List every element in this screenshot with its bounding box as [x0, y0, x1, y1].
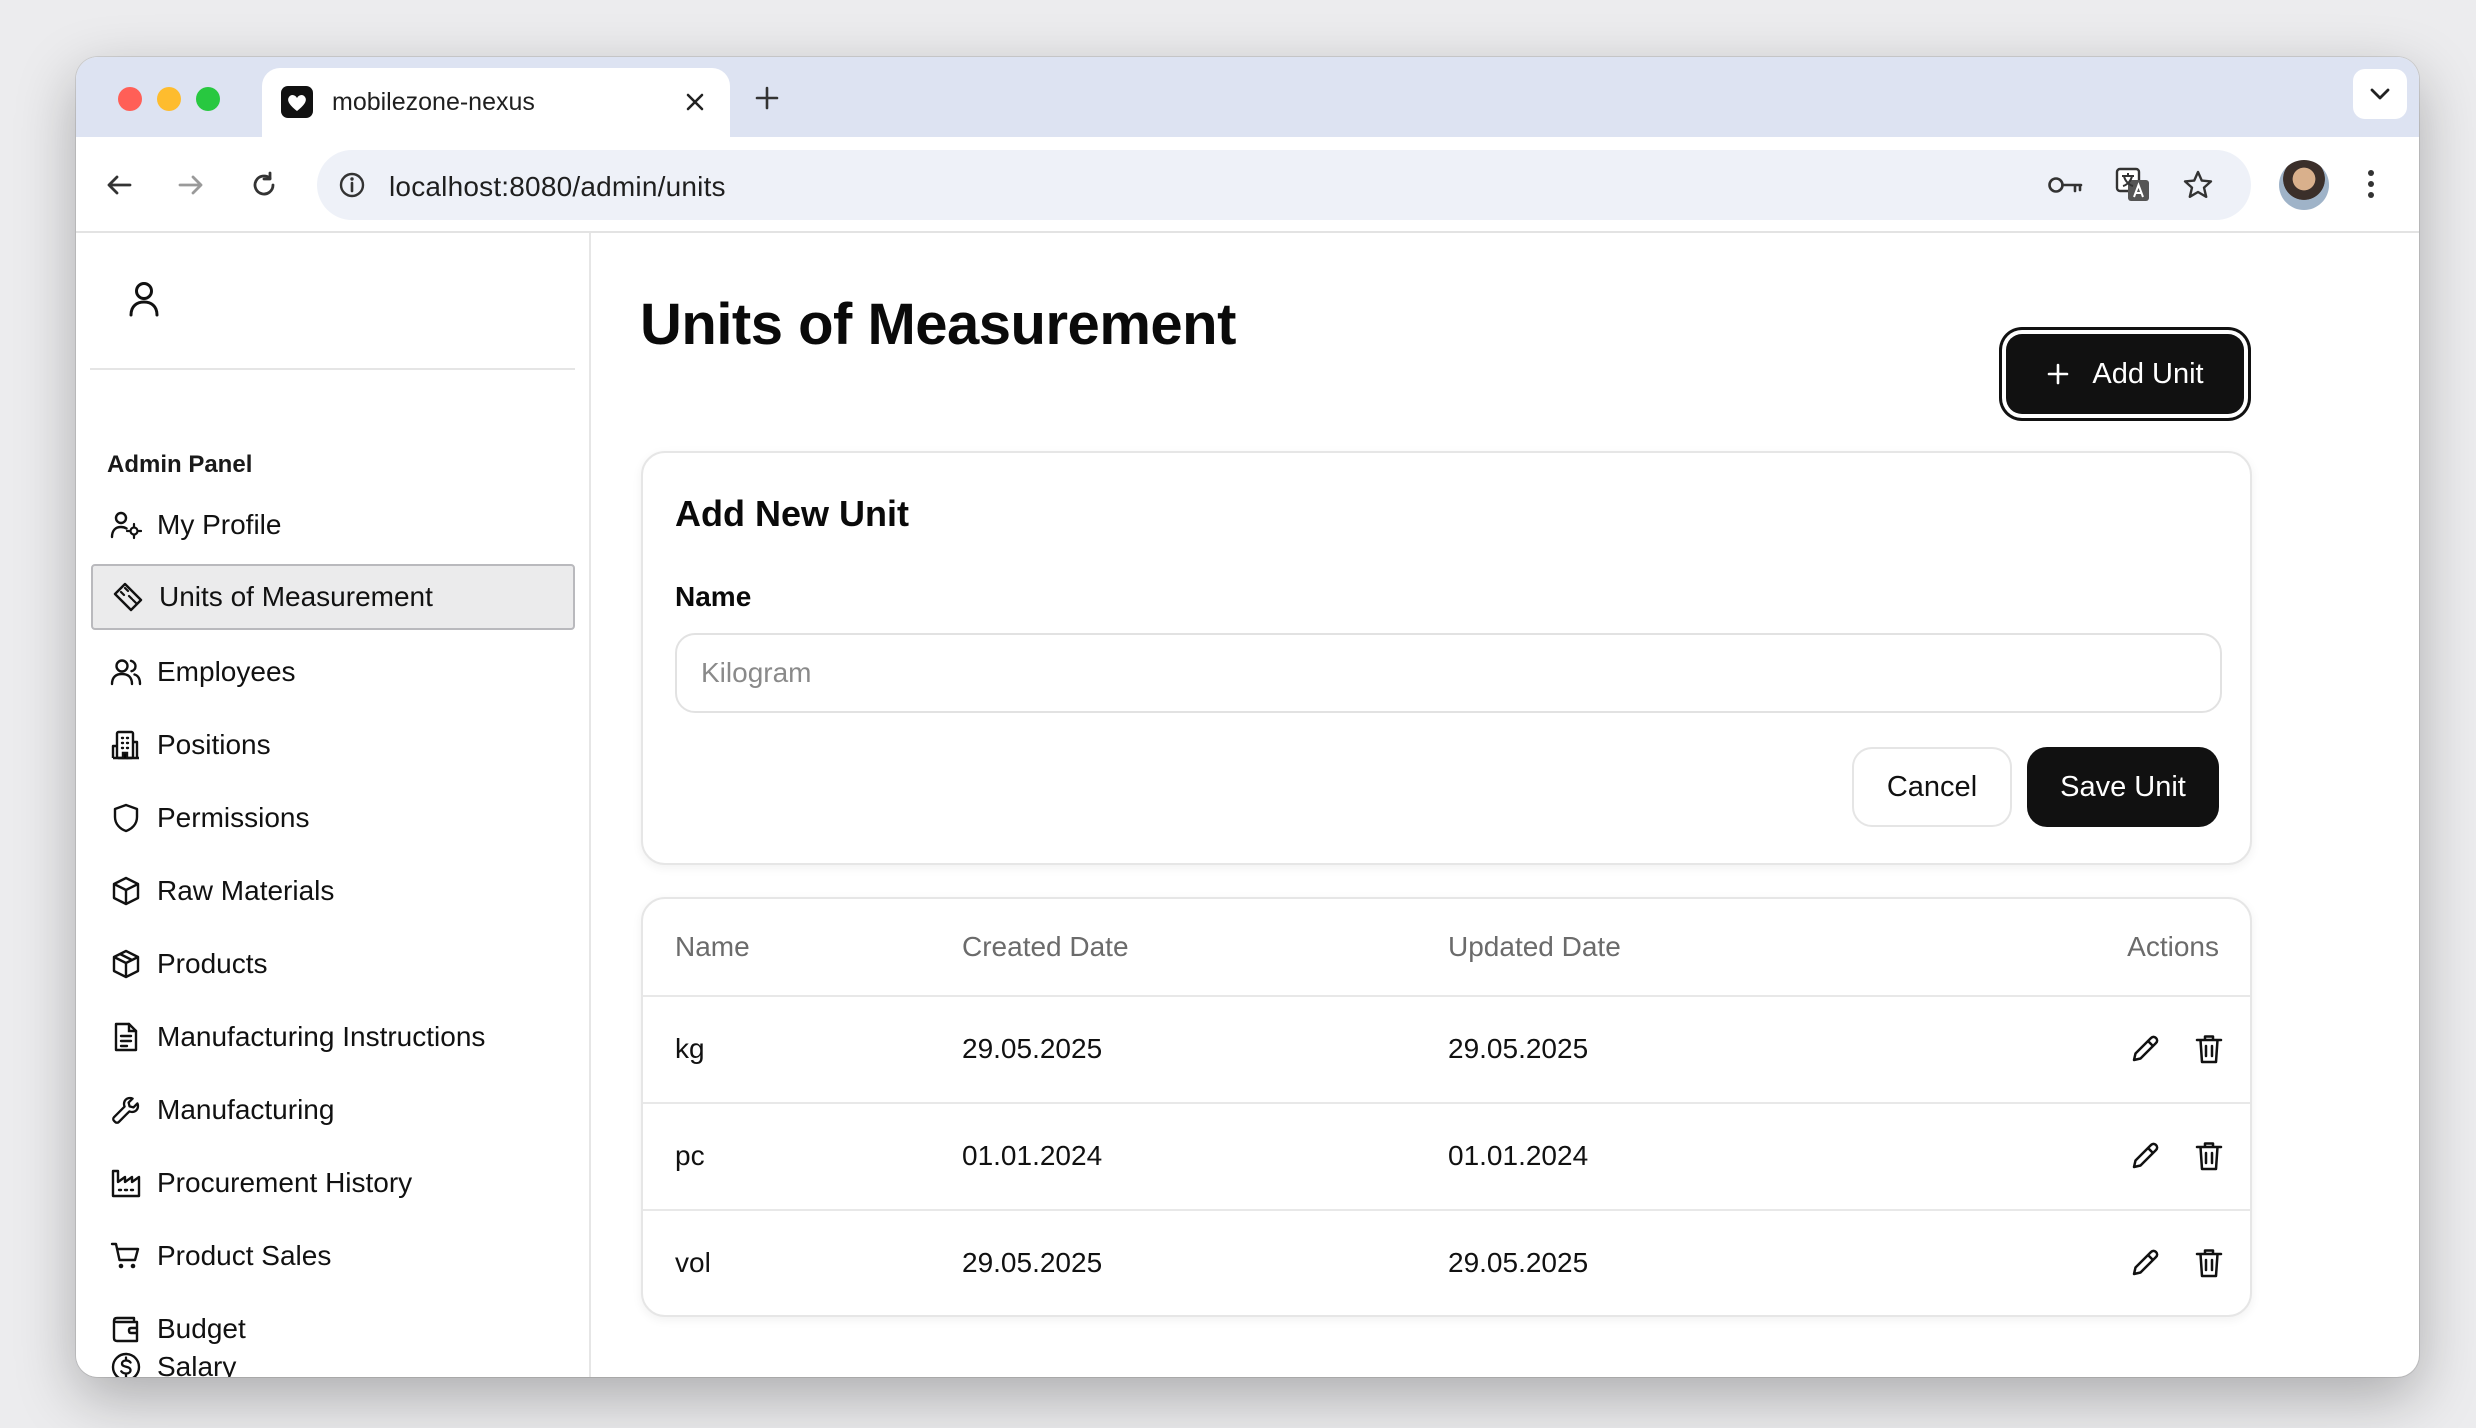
- page-title: Units of Measurement: [640, 292, 1236, 357]
- bookmark-star-icon[interactable]: [2178, 165, 2218, 205]
- users-icon: [109, 655, 143, 689]
- sidebar-item-manufacturing-instructions[interactable]: Manufacturing Instructions: [91, 1004, 575, 1070]
- password-key-icon[interactable]: [2046, 165, 2086, 205]
- edit-pencil-icon[interactable]: [2125, 1243, 2165, 1283]
- user-icon[interactable]: [122, 277, 166, 321]
- save-unit-button[interactable]: Save Unit: [2027, 747, 2219, 827]
- units-table: Name Created Date Updated Date Actions k…: [641, 897, 2252, 1317]
- cell-created-date: 01.01.2024: [962, 1140, 1103, 1171]
- cell-name: kg: [675, 1033, 705, 1064]
- sidebar-item-raw-materials[interactable]: Raw Materials: [91, 858, 575, 924]
- sidebar-item-label: Units of Measurement: [159, 581, 433, 612]
- new-tab-icon[interactable]: [748, 79, 786, 117]
- dollar-circle-icon: [109, 1350, 143, 1377]
- address-bar[interactable]: localhost:8080/admin/units: [317, 150, 2251, 220]
- sidebar-item-my-profile[interactable]: My Profile: [91, 492, 575, 558]
- column-header-actions: Actions: [2127, 931, 2219, 962]
- cell-updated-date: 29.05.2025: [1448, 1247, 1589, 1278]
- user-cog-icon: [109, 508, 143, 542]
- back-arrow-icon[interactable]: [97, 163, 141, 207]
- window-close-button[interactable]: [118, 87, 142, 111]
- table-row[interactable]: pc 01.01.2024 01.01.2024: [643, 1104, 2250, 1211]
- window-maximize-button[interactable]: [196, 87, 220, 111]
- sidebar-item-label: My Profile: [157, 509, 282, 540]
- unit-name-input[interactable]: [675, 633, 2222, 713]
- column-header-name[interactable]: Name: [675, 931, 750, 963]
- sidebar-item-products[interactable]: Products: [91, 931, 575, 997]
- sidebar-item-procurement-history[interactable]: Procurement History: [91, 1150, 575, 1216]
- sidebar-item-label: Positions: [157, 729, 271, 760]
- form-title: Add New Unit: [675, 493, 909, 534]
- table-header: Name Created Date Updated Date Actions: [643, 899, 2250, 997]
- cell-name: vol: [675, 1247, 711, 1278]
- translate-icon[interactable]: [2113, 165, 2153, 205]
- factory-icon: [109, 1166, 143, 1200]
- wrench-icon: [109, 1093, 143, 1127]
- tab-strip: mobilezone-nexus: [76, 57, 2419, 137]
- sidebar-divider: [90, 368, 575, 370]
- sidebar-item-label: Employees: [157, 656, 296, 687]
- building-icon: [109, 728, 143, 762]
- column-header-updated-date[interactable]: Updated Date: [1448, 931, 1621, 963]
- browser-menu-icon[interactable]: [2348, 161, 2394, 207]
- cart-icon: [109, 1239, 143, 1273]
- sidebar-item-permissions[interactable]: Permissions: [91, 785, 575, 851]
- sidebar-item-units-of-measurement[interactable]: Units of Measurement: [91, 564, 575, 630]
- sidebar-item-positions[interactable]: Positions: [91, 712, 575, 778]
- add-unit-form: Add New Unit Name Cancel Save Unit: [641, 451, 2252, 865]
- delete-trash-icon[interactable]: [2189, 1243, 2229, 1283]
- url-text[interactable]: localhost:8080/admin/units: [389, 171, 726, 203]
- forward-arrow-icon[interactable]: [169, 163, 213, 207]
- browser-window: mobilezone-nexus localhost:8080/admin/un…: [76, 57, 2419, 1377]
- profile-avatar[interactable]: [2279, 160, 2329, 210]
- document-icon: [109, 1020, 143, 1054]
- sidebar-item-label: Procurement History: [157, 1167, 413, 1198]
- add-unit-label: Add Unit: [2092, 357, 2204, 390]
- sidebar-item-label: Raw Materials: [157, 875, 335, 906]
- sidebar: Admin Panel My Profile Units of Measurem…: [76, 233, 591, 1377]
- name-field-label: Name: [675, 581, 752, 612]
- sidebar-item-label: Manufacturing: [157, 1094, 335, 1125]
- browser-tab[interactable]: mobilezone-nexus: [262, 68, 730, 137]
- cancel-button[interactable]: Cancel: [1852, 747, 2012, 827]
- tab-search-chevron-icon[interactable]: [2353, 69, 2407, 119]
- edit-pencil-icon[interactable]: [2125, 1136, 2165, 1176]
- edit-pencil-icon[interactable]: [2125, 1029, 2165, 1069]
- close-tab-icon[interactable]: [678, 85, 712, 119]
- site-info-icon[interactable]: [331, 164, 373, 206]
- sidebar-item-label: Product Sales: [157, 1240, 332, 1271]
- delete-trash-icon[interactable]: [2189, 1136, 2229, 1176]
- main-content: Units of Measurement Add Unit Add New Un…: [593, 233, 2419, 1377]
- sidebar-item-label: Manufacturing Instructions: [157, 1021, 486, 1052]
- cell-created-date: 29.05.2025: [962, 1033, 1103, 1064]
- cell-updated-date: 29.05.2025: [1448, 1033, 1589, 1064]
- heart-favicon-icon: [280, 85, 314, 119]
- sidebar-item-salary[interactable]: Salary: [91, 1334, 575, 1377]
- ruler-icon: [111, 580, 145, 614]
- cell-name: pc: [675, 1140, 705, 1171]
- sidebar-item-label: Permissions: [157, 802, 310, 833]
- sidebar-item-manufacturing[interactable]: Manufacturing: [91, 1077, 575, 1143]
- cell-updated-date: 01.01.2024: [1448, 1140, 1589, 1171]
- add-unit-button[interactable]: Add Unit: [2006, 334, 2244, 414]
- package-icon: [109, 947, 143, 981]
- delete-trash-icon[interactable]: [2189, 1029, 2229, 1069]
- sidebar-item-product-sales[interactable]: Product Sales: [91, 1223, 575, 1289]
- shield-icon: [109, 801, 143, 835]
- box-icon: [109, 874, 143, 908]
- app-page: Admin Panel My Profile Units of Measurem…: [76, 233, 2419, 1377]
- sidebar-item-label: Salary: [157, 1351, 237, 1377]
- tab-title: mobilezone-nexus: [332, 88, 535, 116]
- sidebar-item-label: Products: [157, 948, 268, 979]
- sidebar-heading: Admin Panel: [107, 451, 253, 478]
- window-minimize-button[interactable]: [157, 87, 181, 111]
- reload-icon[interactable]: [242, 163, 286, 207]
- table-row[interactable]: kg 29.05.2025 29.05.2025: [643, 997, 2250, 1104]
- sidebar-item-employees[interactable]: Employees: [91, 639, 575, 705]
- column-header-created-date[interactable]: Created Date: [962, 931, 1129, 963]
- table-row[interactable]: vol 29.05.2025 29.05.2025: [643, 1211, 2250, 1315]
- plus-icon: [2046, 362, 2070, 386]
- cell-created-date: 29.05.2025: [962, 1247, 1103, 1278]
- browser-toolbar: localhost:8080/admin/units: [76, 137, 2419, 233]
